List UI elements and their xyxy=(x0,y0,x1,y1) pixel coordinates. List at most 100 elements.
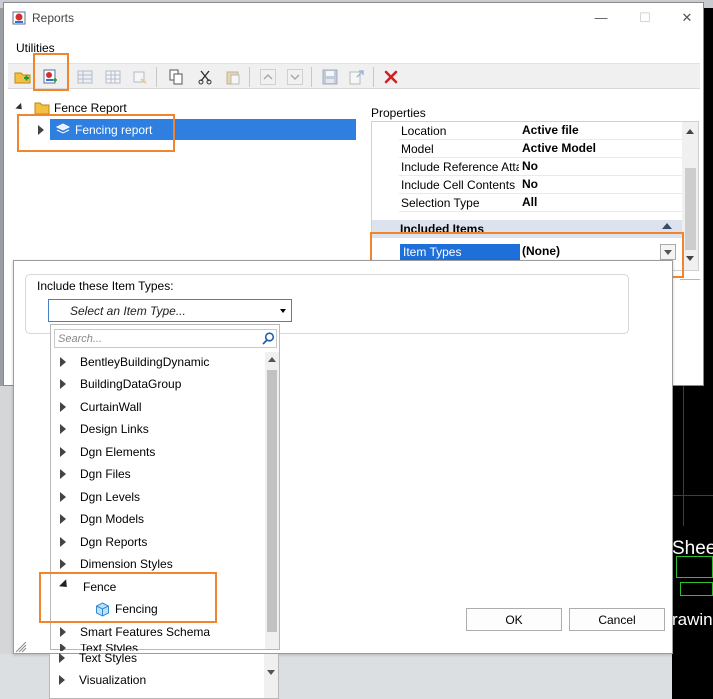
tree-item-fencing-report[interactable]: Fencing report xyxy=(50,119,356,140)
list-scrollbar[interactable] xyxy=(264,654,278,698)
property-row[interactable]: Include Cell Contents No xyxy=(399,176,682,194)
expand-arrow-icon[interactable] xyxy=(60,514,66,524)
list-item[interactable]: Smart Features Schema xyxy=(56,622,264,642)
cut-icon[interactable] xyxy=(194,66,216,88)
property-row[interactable]: Model Active Model xyxy=(399,140,682,158)
list-item[interactable]: Dgn Files xyxy=(56,464,264,484)
list-item[interactable]: Dimension Styles xyxy=(56,554,264,574)
scrollbar-thumb[interactable] xyxy=(267,370,277,632)
list-item[interactable]: Dgn Reports xyxy=(56,532,264,552)
copy-icon[interactable] xyxy=(165,66,187,88)
item-type-select[interactable]: Select an Item Type... xyxy=(48,299,292,322)
expand-arrow-icon[interactable] xyxy=(60,492,66,502)
list-item[interactable]: Dgn Elements xyxy=(56,442,264,462)
ok-button[interactable]: OK xyxy=(466,608,562,631)
item-type-select-text: Select an Item Type... xyxy=(70,304,186,318)
list-item[interactable]: Dgn Models xyxy=(56,509,264,529)
expand-arrow-icon[interactable] xyxy=(60,424,66,434)
search-input[interactable] xyxy=(58,331,254,346)
table-icon[interactable] xyxy=(102,66,124,88)
scroll-down-icon[interactable] xyxy=(267,670,275,675)
expand-arrow-icon[interactable] xyxy=(59,675,65,685)
expand-arrow-icon[interactable] xyxy=(60,402,66,412)
reports-app-icon xyxy=(12,11,26,25)
expand-arrow-icon[interactable] xyxy=(60,469,66,479)
move-down-icon[interactable] xyxy=(284,66,306,88)
property-row[interactable]: Location Active file xyxy=(399,122,682,140)
expand-arrow-icon[interactable] xyxy=(60,559,66,569)
columns-icon[interactable] xyxy=(74,66,96,88)
chevron-down-icon xyxy=(664,250,672,255)
divider xyxy=(680,279,700,280)
list-item-label: Text Styles xyxy=(79,651,138,665)
new-report-icon[interactable] xyxy=(39,66,61,88)
close-button[interactable]: ✕ xyxy=(677,9,697,27)
property-value: No xyxy=(522,159,538,173)
list-item[interactable]: BuildingDataGroup xyxy=(56,374,264,394)
list-item-label: Dgn Models xyxy=(80,512,145,526)
list-item[interactable]: Visualization xyxy=(55,670,263,690)
tree-item-label: Fencing report xyxy=(75,122,153,137)
format-icon[interactable] xyxy=(129,66,151,88)
list-item[interactable]: Design Links xyxy=(56,419,264,439)
item-types-row[interactable]: Item Types (None) xyxy=(372,242,682,262)
list-item-label: Dgn Reports xyxy=(80,535,148,549)
list-item-label: Fence xyxy=(83,580,117,594)
tree-item-label: Fence Report xyxy=(54,100,127,115)
search-icon[interactable] xyxy=(262,332,275,345)
collapse-arrow-icon[interactable] xyxy=(15,102,25,113)
expand-arrow-icon[interactable] xyxy=(60,537,66,547)
property-row[interactable]: Include Reference Attac No xyxy=(399,158,682,176)
property-name: Model xyxy=(401,142,434,156)
maximize-button[interactable]: ☐ xyxy=(635,9,655,27)
included-items-header[interactable]: Included Items xyxy=(372,220,682,238)
save-icon[interactable] xyxy=(319,66,341,88)
list-item[interactable]: Dgn Levels xyxy=(56,487,264,507)
property-value: No xyxy=(522,177,538,191)
scroll-up-icon[interactable] xyxy=(686,129,694,134)
menu-utilities[interactable]: Utilities xyxy=(16,41,55,55)
toolbar-separator xyxy=(373,67,374,87)
list-item-label: Fencing xyxy=(115,602,158,616)
export-icon[interactable] xyxy=(346,66,368,88)
item-type-cube-icon xyxy=(96,601,109,617)
expand-arrow-icon[interactable] xyxy=(60,379,66,389)
list-item[interactable]: CurtainWall xyxy=(56,397,264,417)
new-folder-icon[interactable] xyxy=(12,66,34,88)
toolbar xyxy=(8,63,700,89)
collapse-section-icon[interactable] xyxy=(662,223,672,229)
toolbar-separator xyxy=(67,67,68,87)
move-up-icon[interactable] xyxy=(257,66,279,88)
property-name: Selection Type xyxy=(401,196,480,210)
list-item[interactable]: BentleyBuildingDynamic xyxy=(56,352,264,372)
expand-arrow-icon[interactable] xyxy=(60,627,66,637)
scrollbar-thumb[interactable] xyxy=(685,168,696,250)
search-box[interactable] xyxy=(54,329,277,348)
property-value: Active file xyxy=(522,123,579,137)
properties-title: Properties xyxy=(371,106,426,120)
list-item-label: Dgn Elements xyxy=(80,445,156,459)
collapse-arrow-icon[interactable] xyxy=(59,579,71,591)
expand-arrow-icon[interactable] xyxy=(60,447,66,457)
properties-scrollbar[interactable] xyxy=(682,122,698,270)
list-item-label: Dimension Styles xyxy=(80,557,173,571)
list-scrollbar[interactable] xyxy=(265,352,279,649)
expand-arrow-icon[interactable] xyxy=(60,357,66,367)
tree-item-fence-report[interactable]: Fence Report xyxy=(15,97,346,118)
expand-arrow-icon xyxy=(38,124,44,135)
item-types-dropdown-button[interactable] xyxy=(660,244,676,260)
toolbar-separator xyxy=(249,67,250,87)
list-item-label: Dgn Levels xyxy=(80,490,141,504)
minimize-button[interactable]: — xyxy=(591,9,611,27)
scroll-down-icon[interactable] xyxy=(686,256,694,261)
list-item-fence[interactable]: Fence xyxy=(56,577,264,597)
delete-icon[interactable] xyxy=(380,66,402,88)
scroll-up-icon[interactable] xyxy=(268,357,276,362)
list-item[interactable]: Text Styles xyxy=(55,648,263,668)
property-row[interactable]: Selection Type All xyxy=(399,194,682,212)
list-item-fencing[interactable]: Fencing xyxy=(95,599,263,619)
resize-grip-icon[interactable] xyxy=(15,641,29,653)
paste-icon[interactable] xyxy=(222,66,244,88)
cancel-button[interactable]: Cancel xyxy=(569,608,665,631)
expand-arrow-icon[interactable] xyxy=(59,653,65,663)
